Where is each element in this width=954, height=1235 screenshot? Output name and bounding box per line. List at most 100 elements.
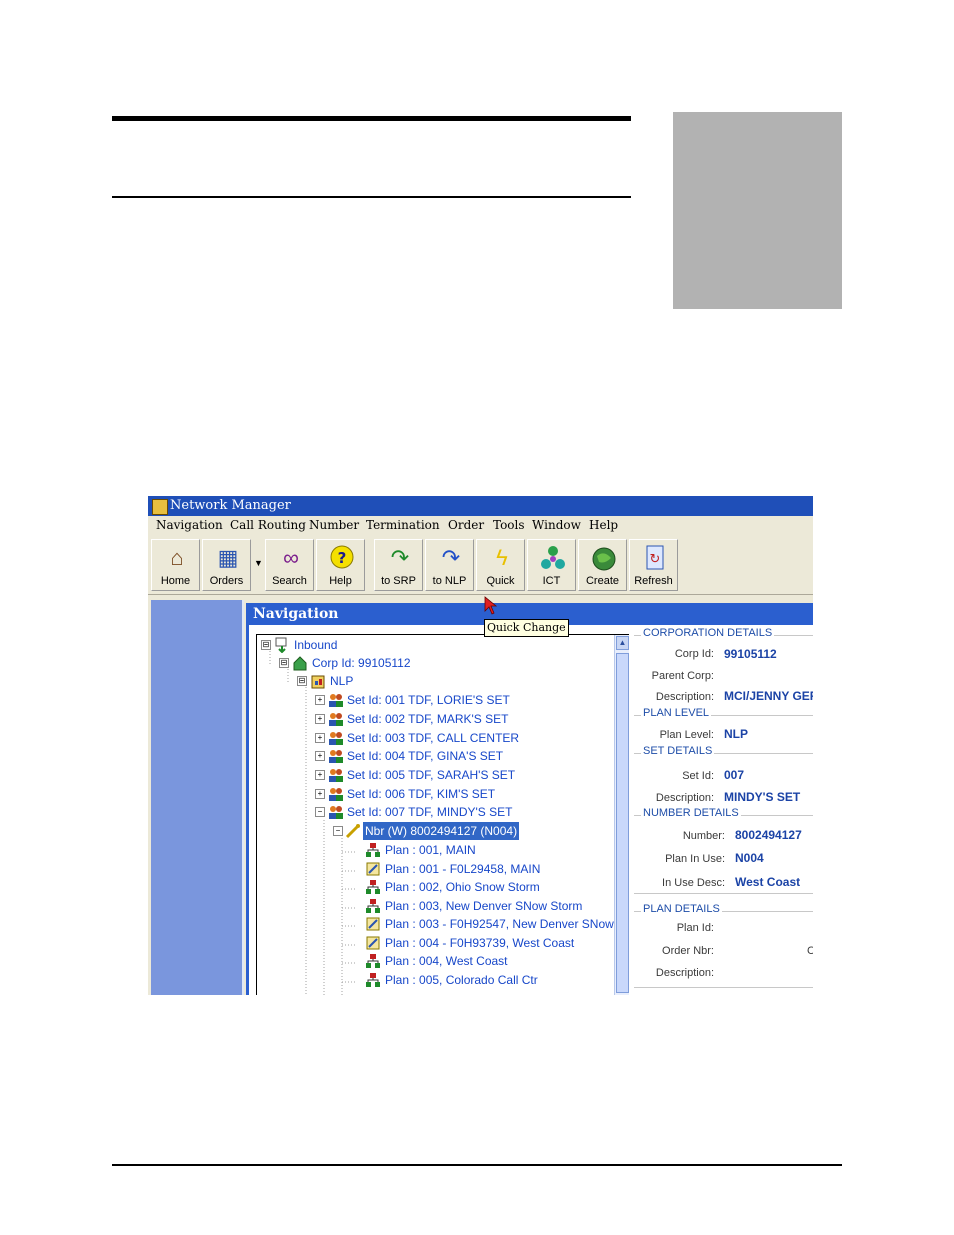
people-icon [328,804,344,820]
help-button[interactable]: ? Help [316,539,365,591]
people-icon [328,748,344,764]
svg-text:?: ? [338,549,347,567]
people-icon [328,786,344,802]
menu-window[interactable]: Window [532,518,581,532]
left-sidebar-pane [151,600,244,995]
svg-text:↻: ↻ [650,552,661,567]
corp-id-value: 99105112 [724,647,777,661]
blue-arrow-icon: ↷ [441,545,461,570]
green-arrow-icon: ↷ [390,545,410,570]
title-bar: Network Manager [148,496,813,516]
plan-order-icon [365,935,381,951]
people-icon [328,730,344,746]
orders-icon: ▦ [217,545,239,570]
phone-key-icon [345,823,361,839]
inbound-icon [274,637,290,654]
menu-number[interactable]: Number [309,518,359,532]
number-value: 8002494127 [735,828,802,842]
collapse-toggle-icon[interactable]: − [333,826,343,836]
collapse-toggle-icon[interactable]: ⊟ [297,676,307,686]
plan-in-use-value: N004 [735,851,764,865]
tree-scrollbar[interactable]: ▲ [614,635,630,995]
details-panel: CORPORATION DETAILS Corp Id: 99105112 Pa… [629,625,813,995]
corp-description-value: MCI/JENNY GER [724,689,813,703]
expand-toggle-icon[interactable]: + [315,714,325,724]
app-icon [152,499,168,515]
set-id-value: 007 [724,768,745,782]
plan-order-icon [365,861,381,877]
orders-dropdown-caret-icon[interactable]: ▼ [254,558,263,568]
set-details-title: SET DETAILS [641,745,715,757]
menu-call-routing[interactable]: Call Routing [230,518,306,532]
parent-corp-label: Parent Corp: [651,670,714,682]
collapse-toggle-icon[interactable]: ⊟ [279,658,289,668]
expand-toggle-icon[interactable]: + [315,770,325,780]
home-button[interactable]: ⌂ Home [151,539,200,591]
header-rule-thin [112,196,631,198]
expand-toggle-icon[interactable]: + [315,733,325,743]
plan-tree-icon [365,953,381,969]
plan-description-label: Description: [655,967,714,979]
lightning-icon: ϟ [496,545,508,570]
plan-id-label: Plan Id: [676,922,714,934]
set-description-value: MINDY'S SET [724,790,801,804]
plan-in-use-label: Plan In Use: [665,853,725,865]
number-label: Number: [682,830,725,842]
toolbar: ⌂ Home ▦ Orders ▼ ∞ Search ? Help ↷ to S… [148,536,813,595]
in-use-desc-label: In Use Desc: [662,877,725,889]
people-icon [328,692,344,708]
chapter-tab-box [673,112,842,309]
network-manager-screenshot: Network Manager Navigation Call Routing … [148,496,813,995]
corporation-details-title: CORPORATION DETAILS [641,627,775,639]
expand-toggle-icon[interactable]: + [315,695,325,705]
refresh-icon: ↻ [642,544,668,572]
scroll-thumb[interactable] [616,653,629,993]
menu-termination[interactable]: Termination [366,518,440,532]
ict-button[interactable]: ICT [527,539,576,591]
menu-bar: Navigation Call Routing Number Terminati… [148,516,813,536]
collapse-toggle-icon[interactable]: − [315,807,325,817]
quick-button[interactable]: ϟ Quick [476,539,525,591]
search-button[interactable]: ∞ Search [265,539,314,591]
menu-navigation[interactable]: Navigation [156,518,223,532]
plan-level-label: Plan Level: [659,729,714,741]
plan-tree-icon [365,898,381,914]
help-icon: ? [329,544,355,572]
corp-id-label: Corp Id: [674,648,714,660]
mouse-pointer-icon [484,596,498,615]
order-nbr-value-partial: C [807,945,813,957]
expand-toggle-icon[interactable]: + [315,751,325,761]
expand-toggle-icon[interactable]: + [315,789,325,799]
create-button[interactable]: Create [578,539,627,591]
plan-level-value: NLP [724,727,748,741]
plan-tree-icon [365,972,381,988]
order-nbr-label: Order Nbr: [662,945,714,957]
set-id-label: Set Id: [682,770,714,782]
navigation-tree[interactable]: ⊟ Inbound ⊟ Corp Id: 99105112 ⊟ NLP + Se… [256,634,632,995]
number-details-title: NUMBER DETAILS [641,807,741,819]
to-srp-button[interactable]: ↷ to SRP [374,539,423,591]
refresh-button[interactable]: ↻ Refresh [629,539,678,591]
corp-description-label: Description: [655,691,714,703]
section-divider [634,893,813,894]
plan-tree-icon [365,842,381,858]
plan-tree-icon [365,879,381,895]
globe-icon [591,544,617,572]
collapse-toggle-icon[interactable]: ⊟ [261,640,271,650]
scroll-up-arrow-icon[interactable]: ▲ [616,636,629,650]
nlp-icon [310,673,326,689]
plan-order-icon [365,916,381,932]
people-icon [328,767,344,783]
to-nlp-button[interactable]: ↷ to NLP [425,539,474,591]
window-title: Network Manager [170,498,291,513]
header-rule-thick [112,116,631,121]
set-description-label: Description: [655,792,714,804]
menu-tools[interactable]: Tools [493,518,525,532]
binoculars-icon: ∞ [283,545,299,570]
house-icon: ⌂ [170,545,184,570]
menu-order[interactable]: Order [448,518,484,532]
plan-details-title: PLAN DETAILS [641,903,722,915]
menu-help[interactable]: Help [589,518,618,532]
orders-button[interactable]: ▦ Orders [202,539,251,591]
corp-house-icon [292,655,308,671]
